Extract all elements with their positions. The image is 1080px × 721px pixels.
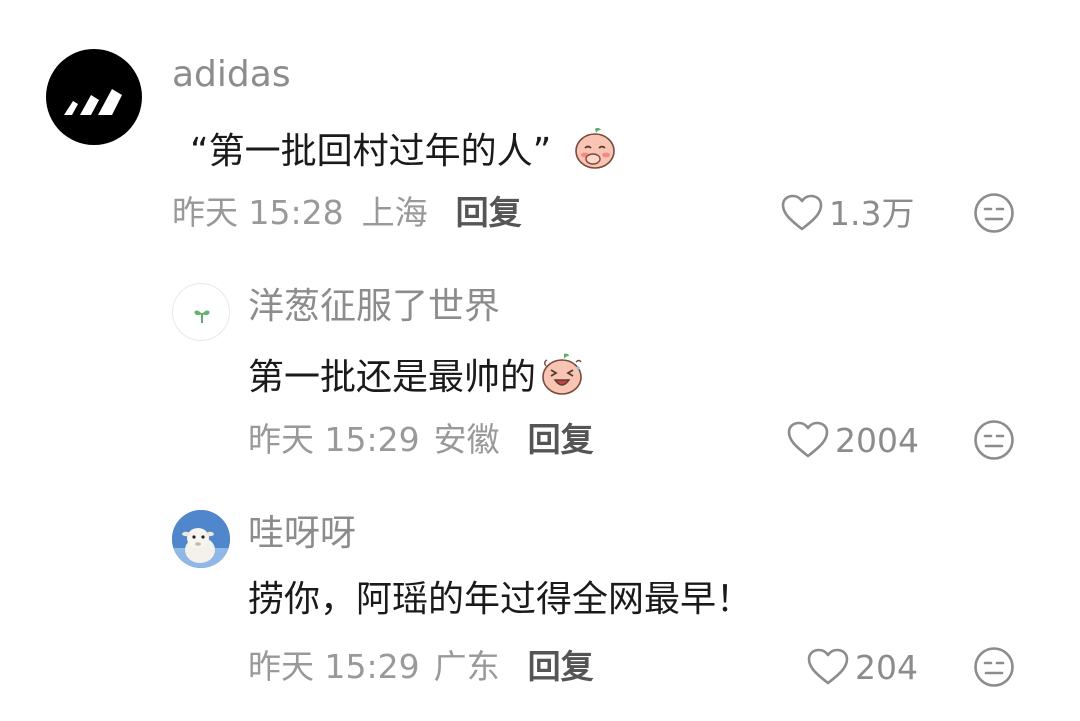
adidas-logo-icon [64, 89, 122, 115]
avatar[interactable] [46, 49, 142, 145]
comment-username[interactable]: adidas [172, 57, 291, 93]
comment-meta: 昨天 15:28 上海 回复 [172, 196, 522, 229]
avatar[interactable] [172, 283, 230, 341]
heart-icon [781, 194, 823, 231]
comment-text-body: 第一批还是最帅的 [248, 356, 537, 398]
sprout-icon [194, 310, 210, 323]
dislike-face-icon[interactable] [973, 419, 1015, 461]
comment-date: 昨天 15:28 [172, 193, 344, 232]
comment-meta: 昨天 15:29 广东 回复 [248, 650, 594, 683]
like-button[interactable]: 2004 [787, 421, 919, 459]
like-count: 2004 [835, 420, 919, 460]
comment-text: 第一批还是最帅的 [248, 352, 584, 403]
comment-date: 昨天 15:29 [248, 647, 420, 686]
heart-icon [807, 648, 849, 685]
dislike-face-icon[interactable] [973, 646, 1015, 688]
like-count: 1.3万 [829, 193, 915, 233]
comment-text: “第一批回村过年的人” [190, 126, 617, 177]
laughing-peach-emoji-icon [540, 352, 584, 403]
comment-location: 安徽 [433, 420, 500, 459]
dislike-face-icon[interactable] [973, 192, 1015, 234]
comment-location: 上海 [361, 193, 428, 232]
comment-location: 广东 [433, 647, 500, 686]
reply-button[interactable]: 回复 [456, 196, 522, 229]
comment-text-body: 捞你，阿瑶的年过得全网最早！ [248, 579, 753, 620]
heart-icon [787, 421, 829, 458]
avatar[interactable] [172, 510, 230, 568]
comment-date: 昨天 15:29 [248, 420, 420, 459]
like-count: 204 [855, 647, 918, 687]
reply-button[interactable]: 回复 [528, 650, 594, 683]
comment-username[interactable]: 哇呀呀 [248, 516, 356, 552]
comment-meta: 昨天 15:29 安徽 回复 [248, 423, 594, 456]
covering-mouth-peach-emoji-icon [573, 126, 617, 177]
alpaca-avatar-icon [172, 510, 230, 568]
like-button[interactable]: 1.3万 [781, 194, 914, 232]
comment-text-body: “第一批回村过年的人” [190, 130, 552, 172]
like-button[interactable]: 204 [807, 648, 918, 686]
reply-button[interactable]: 回复 [528, 423, 594, 456]
comment-username[interactable]: 洋葱征服了世界 [248, 289, 500, 325]
comment-text: 捞你，阿瑶的年过得全网最早！ [248, 582, 752, 618]
